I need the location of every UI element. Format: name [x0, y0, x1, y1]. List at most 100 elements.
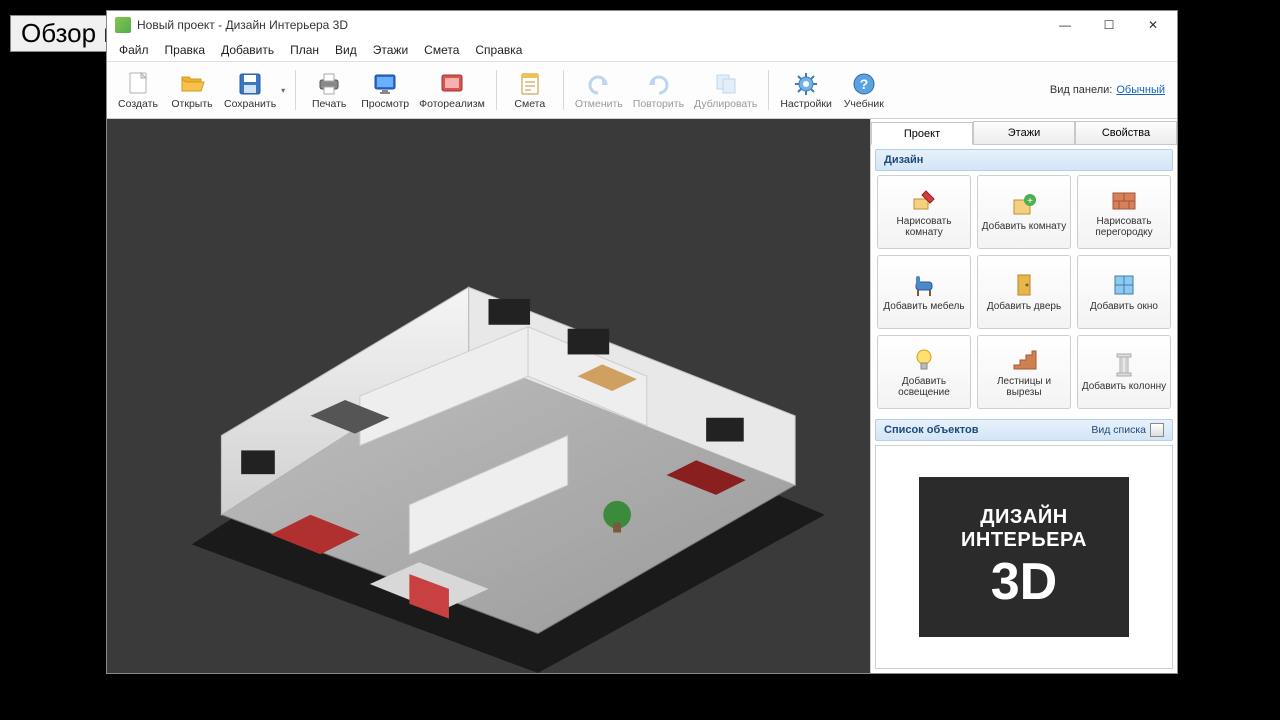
- objects-title: Список объектов: [884, 424, 978, 436]
- svg-text:?: ?: [860, 76, 869, 92]
- menu-file[interactable]: Файл: [111, 41, 157, 59]
- add-lighting-button[interactable]: Добавить освещение: [877, 335, 971, 409]
- undo-icon: [585, 71, 613, 97]
- pencil-room-icon: [909, 186, 939, 214]
- menu-plan[interactable]: План: [282, 41, 327, 59]
- add-room-button[interactable]: + Добавить комнату: [977, 175, 1071, 249]
- undo-button[interactable]: Отменить: [570, 64, 628, 116]
- add-door-label: Добавить дверь: [987, 301, 1061, 313]
- draw-room-button[interactable]: Нарисовать комнату: [877, 175, 971, 249]
- promo-line1: ДИЗАЙН: [980, 506, 1067, 529]
- photorealism-label: Фотореализм: [419, 98, 485, 110]
- tab-properties[interactable]: Свойства: [1075, 121, 1177, 144]
- toolbar: Создать Открыть Сохранить ▾ Печать Просм…: [107, 61, 1177, 119]
- help-icon: ?: [850, 71, 878, 97]
- draw-wall-button[interactable]: Нарисовать перегородку: [1077, 175, 1171, 249]
- menu-floors[interactable]: Этажи: [365, 41, 416, 59]
- stairs-button[interactable]: Лестницы и вырезы: [977, 335, 1071, 409]
- draw-wall-label: Нарисовать перегородку: [1080, 216, 1168, 239]
- estimate-button[interactable]: Смета: [503, 64, 557, 116]
- open-label: Открыть: [171, 98, 212, 110]
- open-button[interactable]: Открыть: [165, 64, 219, 116]
- panel-view-switch: Вид панели: Обычный: [1050, 64, 1173, 116]
- 3d-viewport[interactable]: [107, 119, 871, 673]
- menu-help[interactable]: Справка: [467, 41, 530, 59]
- settings-button[interactable]: Настройки: [775, 64, 837, 116]
- redo-button[interactable]: Повторить: [628, 64, 689, 116]
- create-label: Создать: [118, 98, 158, 110]
- titlebar: Новый проект - Дизайн Интерьера 3D — ☐ ✕: [107, 11, 1177, 39]
- object-list[interactable]: ДИЗАЙН ИНТЕРЬЕРА 3D: [875, 445, 1173, 669]
- tab-project[interactable]: Проект: [871, 122, 973, 145]
- create-button[interactable]: Создать: [111, 64, 165, 116]
- menubar: Файл Правка Добавить План Вид Этажи Смет…: [107, 39, 1177, 61]
- add-column-button[interactable]: Добавить колонну: [1077, 335, 1171, 409]
- save-label: Сохранить: [224, 98, 276, 110]
- redo-label: Повторить: [633, 98, 684, 110]
- menu-estimate[interactable]: Смета: [416, 41, 467, 59]
- print-label: Печать: [312, 98, 346, 110]
- promo-line2: ИНТЕРЬЕРА: [961, 529, 1087, 552]
- gear-icon: [792, 71, 820, 97]
- lightbulb-icon: [909, 346, 939, 374]
- stairs-label: Лестницы и вырезы: [980, 376, 1068, 399]
- save-dropdown-icon[interactable]: ▾: [278, 65, 288, 115]
- chair-icon: [909, 271, 939, 299]
- add-furniture-button[interactable]: Добавить мебель: [877, 255, 971, 329]
- duplicate-label: Дублировать: [694, 98, 757, 110]
- app-icon: [115, 17, 131, 33]
- render-icon: [438, 71, 466, 97]
- objects-section-header: Список объектов Вид списка: [875, 419, 1173, 441]
- menu-edit[interactable]: Правка: [157, 41, 214, 59]
- help-label: Учебник: [844, 98, 884, 110]
- side-tabs: Проект Этажи Свойства: [871, 119, 1177, 145]
- minimize-button[interactable]: —: [1043, 11, 1087, 39]
- add-lighting-label: Добавить освещение: [880, 376, 968, 399]
- save-button[interactable]: Сохранить ▾: [219, 64, 289, 116]
- menu-add[interactable]: Добавить: [213, 41, 282, 59]
- add-room-label: Добавить комнату: [982, 221, 1066, 233]
- settings-label: Настройки: [780, 98, 832, 110]
- new-file-icon: [124, 71, 152, 97]
- tab-floors[interactable]: Этажи: [973, 121, 1075, 144]
- menu-view[interactable]: Вид: [327, 41, 365, 59]
- stairs-icon: [1009, 346, 1039, 374]
- duplicate-icon: [712, 71, 740, 97]
- close-button[interactable]: ✕: [1131, 11, 1175, 39]
- duplicate-button[interactable]: Дублировать: [689, 64, 762, 116]
- add-column-label: Добавить колонну: [1082, 381, 1166, 393]
- folder-open-icon: [178, 71, 206, 97]
- design-section-header: Дизайн: [875, 149, 1173, 171]
- photorealism-button[interactable]: Фотореализм: [414, 64, 490, 116]
- add-furniture-label: Добавить мебель: [883, 301, 964, 313]
- printer-icon: [315, 71, 343, 97]
- side-panel: Проект Этажи Свойства Дизайн Нарисовать …: [871, 119, 1177, 673]
- floorplan-render: [107, 119, 870, 673]
- notepad-icon: [516, 71, 544, 97]
- maximize-button[interactable]: ☐: [1087, 11, 1131, 39]
- add-window-button[interactable]: Добавить окно: [1077, 255, 1171, 329]
- panel-view-link[interactable]: Обычный: [1116, 84, 1165, 96]
- undo-label: Отменить: [575, 98, 623, 110]
- view-list-label: Вид списка: [1091, 424, 1146, 436]
- panel-view-label: Вид панели:: [1050, 84, 1112, 96]
- monitor-icon: [371, 71, 399, 97]
- door-icon: [1009, 271, 1039, 299]
- promo-badge: ДИЗАЙН ИНТЕРЬЕРА 3D: [919, 477, 1129, 637]
- window-title: Новый проект - Дизайн Интерьера 3D: [137, 18, 1043, 32]
- preview-button[interactable]: Просмотр: [356, 64, 414, 116]
- svg-text:+: +: [1027, 196, 1033, 207]
- estimate-label: Смета: [514, 98, 545, 110]
- add-room-icon: +: [1009, 191, 1039, 219]
- preview-label: Просмотр: [361, 98, 409, 110]
- help-button[interactable]: ? Учебник: [837, 64, 891, 116]
- add-door-button[interactable]: Добавить дверь: [977, 255, 1071, 329]
- print-button[interactable]: Печать: [302, 64, 356, 116]
- add-window-label: Добавить окно: [1090, 301, 1158, 313]
- app-window: Новый проект - Дизайн Интерьера 3D — ☐ ✕…: [106, 10, 1178, 674]
- design-title: Дизайн: [884, 154, 923, 166]
- column-icon: [1109, 351, 1139, 379]
- brick-wall-icon: [1109, 186, 1139, 214]
- list-view-icon[interactable]: [1150, 423, 1164, 437]
- redo-icon: [644, 71, 672, 97]
